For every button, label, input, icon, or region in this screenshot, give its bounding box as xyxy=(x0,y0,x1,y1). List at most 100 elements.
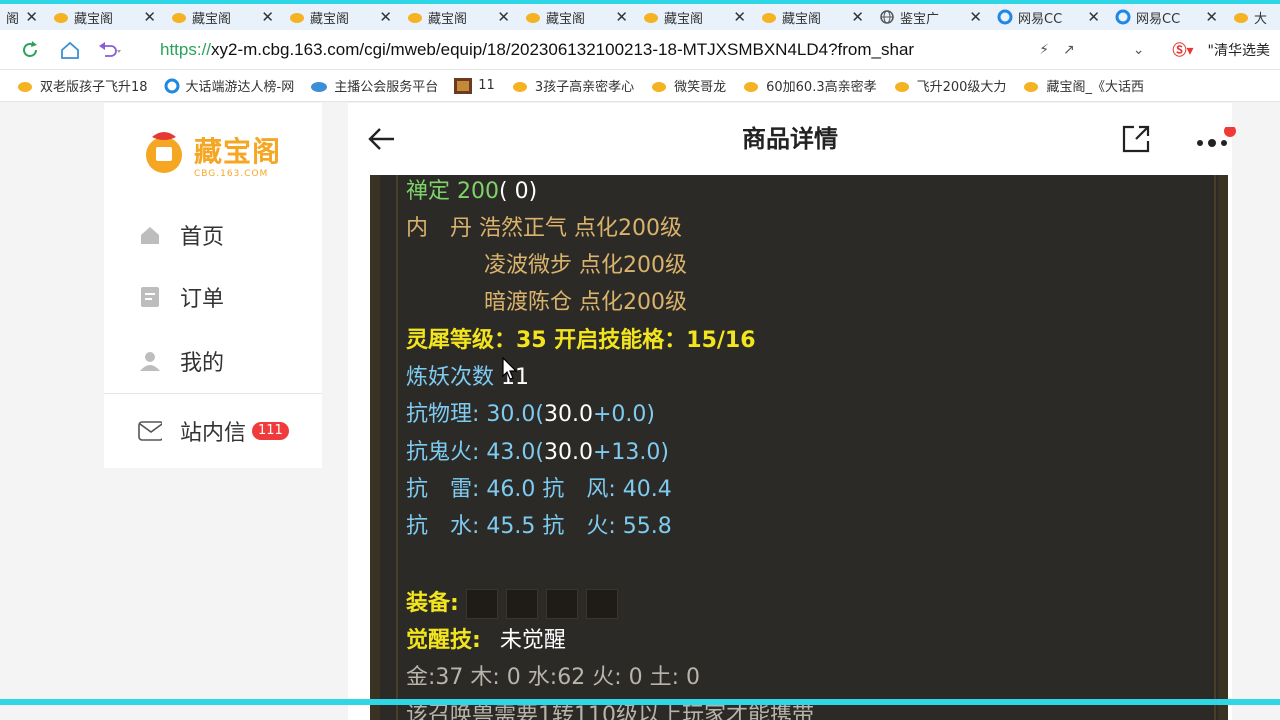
tab-label: 阁 xyxy=(6,11,20,27)
more-options-icon[interactable] xyxy=(1196,125,1238,161)
neidan-label: 内 丹 xyxy=(406,216,473,241)
cbg-favicon-icon xyxy=(1232,10,1250,24)
sidebar-item-label: 站内信 xyxy=(180,421,247,446)
bookmark-item[interactable]: 11 xyxy=(454,77,495,94)
search-hint[interactable]: "清华选美 xyxy=(1208,40,1270,60)
page-title: 商品详情 xyxy=(742,125,838,153)
equipment-slot[interactable] xyxy=(545,589,578,619)
equipment-slot[interactable] xyxy=(585,589,618,619)
close-icon[interactable]: ✕ xyxy=(851,8,864,26)
url-text: xy2-m.cbg.163.com/cgi/mweb/equip/18/2023… xyxy=(211,39,915,59)
share-page-icon[interactable]: ↗ xyxy=(1063,42,1075,58)
undo-icon[interactable] xyxy=(90,30,130,70)
url-field[interactable]: https://xy2-m.cbg.163.com/cgi/mweb/equip… xyxy=(160,40,960,60)
five-elements: 金:37 木: 0 水:62 火: 0 土: 0 xyxy=(406,665,700,690)
bookmark-item[interactable]: 藏宝阁_《大话西 xyxy=(1022,76,1144,95)
close-icon[interactable]: ✕ xyxy=(1205,8,1218,26)
equipment-slot[interactable] xyxy=(465,589,498,619)
close-icon[interactable]: ✕ xyxy=(261,8,274,26)
detail-header: 商品详情 xyxy=(348,103,1236,175)
bookmark-item[interactable]: 飞升200级大力 xyxy=(893,76,1007,95)
tab-label: 网易CC xyxy=(1018,11,1063,27)
logo-subtitle: CBG.163.COM xyxy=(194,169,269,179)
gift-icon xyxy=(138,125,190,179)
browser-tab[interactable]: 阁 ✕ xyxy=(0,4,46,30)
sidebar-item-home[interactable]: 首页 xyxy=(138,219,224,251)
bookmark-item[interactable]: 3孩子高亲密孝心 xyxy=(511,76,634,95)
resist-water-fire: 抗 水: 45.5 抗 火: 55.8 xyxy=(406,514,672,539)
tab-label: 藏宝阁 xyxy=(192,11,232,27)
bookmark-label: 60加60.3高亲密孝 xyxy=(766,80,877,95)
close-icon[interactable]: ✕ xyxy=(379,8,392,26)
browser-tab[interactable]: 网易CC ✕ xyxy=(1108,4,1226,30)
browser-tab[interactable]: 网易CC ✕ xyxy=(990,4,1108,30)
lianyao-label: 炼妖次数 xyxy=(406,365,495,390)
globe-icon xyxy=(878,10,896,24)
bookmark-label: 藏宝阁_《大话西 xyxy=(1046,80,1144,95)
awakening-label: 觉醒技: xyxy=(406,628,481,653)
close-icon[interactable]: ✕ xyxy=(1087,8,1100,26)
cbg-favicon-icon xyxy=(511,79,529,93)
bookmark-item[interactable]: 60加60.3高亲密孝 xyxy=(742,76,877,95)
tab-label: 藏宝阁 xyxy=(310,11,350,27)
mouse-cursor-icon xyxy=(502,356,518,385)
sidebar-item-messages[interactable]: 站内信 111 xyxy=(138,415,289,447)
close-icon[interactable]: ✕ xyxy=(497,8,510,26)
bookmark-item[interactable]: 大话端游达人榜-网 xyxy=(164,76,294,95)
browser-tab[interactable]: 藏宝阁 ✕ xyxy=(636,4,754,30)
browser-tab-bar: 阁 ✕ 藏宝阁 ✕ 藏宝阁 ✕ 藏宝阁 ✕ 藏宝阁 ✕ 藏宝阁 ✕ 藏宝阁 ✕ … xyxy=(0,4,1280,30)
search-engine-icon[interactable]: Ⓢ▾ xyxy=(1173,40,1194,60)
cbg-favicon-icon xyxy=(742,79,760,93)
sidebar-item-label: 订单 xyxy=(180,287,225,312)
resist-physical-extra: +0.0) xyxy=(592,402,655,427)
close-icon[interactable]: ✕ xyxy=(25,8,38,26)
order-icon xyxy=(138,285,162,309)
pet-info-panel: 禅定 200( 0) 内 丹 浩然正气 点化200级 凌波微步 点化200级 暗… xyxy=(370,175,1228,720)
browser-tab[interactable]: 藏宝阁 ✕ xyxy=(518,4,636,30)
bottom-accent-strip xyxy=(0,699,1280,705)
lingxi-level: 灵犀等级：35 开启技能格：15/16 xyxy=(406,328,756,353)
browser-tab[interactable]: 藏宝阁 ✕ xyxy=(754,4,872,30)
cbg-favicon-icon xyxy=(650,79,668,93)
refresh-icon[interactable] xyxy=(10,30,50,70)
sidebar-item-mine[interactable]: 我的 xyxy=(138,345,224,377)
share-icon[interactable] xyxy=(1120,123,1152,159)
close-icon[interactable]: ✕ xyxy=(969,8,982,26)
bookmark-item[interactable]: 微笑哥龙 xyxy=(650,76,726,95)
lightning-icon[interactable]: ⚡ xyxy=(1039,42,1049,58)
close-icon[interactable]: ✕ xyxy=(733,8,746,26)
close-icon[interactable]: ✕ xyxy=(615,8,628,26)
back-arrow-icon[interactable] xyxy=(366,123,398,159)
sidebar-divider xyxy=(104,393,322,394)
bookmark-item[interactable]: 双老版孩子飞升18 xyxy=(16,76,148,95)
cbg-favicon-icon xyxy=(524,10,542,24)
cbg-favicon-icon xyxy=(406,10,424,24)
tab-label: 鉴宝广 xyxy=(900,11,940,27)
cc-favicon-icon xyxy=(164,78,180,94)
browser-tab[interactable]: 鉴宝广 ✕ xyxy=(872,4,990,30)
unread-badge: 111 xyxy=(252,422,289,440)
bookmark-label: 飞升200级大力 xyxy=(916,80,1007,95)
cbg-favicon-icon xyxy=(288,10,306,24)
bookmark-label: 3孩子高亲密孝心 xyxy=(534,80,635,95)
browser-tab[interactable]: 藏宝阁 ✕ xyxy=(46,4,164,30)
browser-tab[interactable]: 藏宝阁 ✕ xyxy=(400,4,518,30)
sidebar-item-label: 首页 xyxy=(180,225,225,250)
home-icon[interactable] xyxy=(50,30,90,70)
cbg-favicon-icon xyxy=(642,10,660,24)
mail-icon xyxy=(138,419,162,443)
sidebar-item-orders[interactable]: 订单 xyxy=(138,281,224,313)
browser-tab[interactable]: 藏宝阁 ✕ xyxy=(164,4,282,30)
browser-tab[interactable]: 藏宝阁 ✕ xyxy=(282,4,400,30)
chevron-down-icon[interactable]: ⌄ xyxy=(1133,42,1145,58)
close-icon[interactable]: ✕ xyxy=(143,8,156,26)
tab-label: 藏宝阁 xyxy=(782,11,822,27)
browser-tab[interactable]: 大 xyxy=(1226,4,1280,30)
resist-ghostfire-base: 30.0 xyxy=(543,440,593,465)
equipment-row: 装备: xyxy=(406,589,626,619)
cc-favicon-icon xyxy=(1114,9,1132,25)
equipment-slot[interactable] xyxy=(505,589,538,619)
bookmark-item[interactable]: 主播公会服务平台 xyxy=(310,76,438,95)
neidan-item: 浩然正气 点化200级 xyxy=(479,216,683,241)
cbg-favicon-icon xyxy=(893,79,911,93)
